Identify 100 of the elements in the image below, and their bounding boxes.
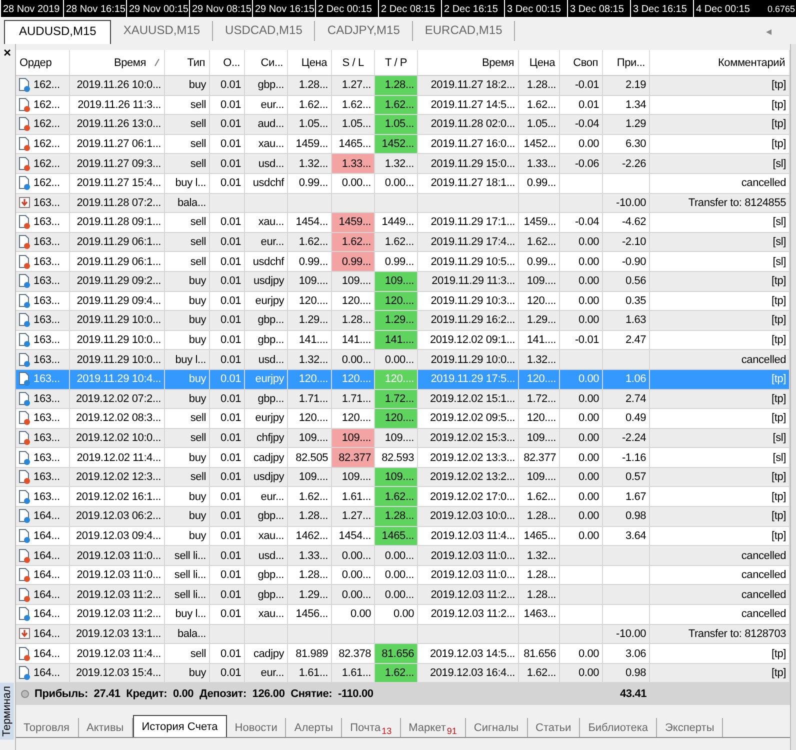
column-header[interactable]: Своп (560, 50, 603, 76)
table-cell: buy (164, 506, 210, 526)
close-button[interactable]: × (3, 46, 12, 60)
axis-label: 3 Dec 16:15 (630, 0, 693, 17)
table-cell: 1.61... (332, 663, 375, 683)
table-cell: 1.71... (288, 389, 332, 409)
column-header[interactable]: О... (210, 50, 245, 76)
terminal-tab[interactable]: Библиотека (580, 718, 657, 738)
table-row[interactable]: 164... 2019.12.03 11:2... buy l... 0.01 xau... 1456... 0.00 0.00 2019.12.03 11:2... 1463... cancelled (16, 604, 790, 624)
chart-tab[interactable]: AUDUSD,M15 (4, 20, 112, 44)
count-label: 13 (382, 726, 392, 736)
terminal-tab[interactable]: Сигналы (466, 718, 528, 738)
column-header[interactable]: S / L (332, 50, 375, 76)
table-cell: 2019.12.02 13:3... (418, 448, 519, 468)
table-row[interactable]: 163... 2019.11.29 10:0... buy l... 0.01 usd... 1.32... 0.00... 0.00... 2019.11.29 10:0... 1.32... cancelled (16, 350, 790, 370)
column-header[interactable]: Цена (518, 50, 560, 76)
table-row[interactable]: 163... 2019.12.02 11:4... buy 0.01 cadjpy 82.505 82.377 82.593 2019.12.02 13:3... 82.377 0.00 -1.16 [sl] (16, 448, 790, 468)
table-cell: 2019.11.29 10:4... (70, 369, 165, 389)
order-number: 163... (34, 490, 60, 505)
document-icon (18, 352, 31, 367)
table-row[interactable]: 162... 2019.11.27 09:3... sell 0.01 usd... 1.32... 1.33... 1.32... 2019.11.29 15:0... 1.33... -0.06 -2.26 [sl] (16, 154, 790, 174)
table-row[interactable]: 163... 2019.11.28 07:2... bala... -10.00 Transfer to: 8124855 (16, 193, 790, 213)
table-cell: 0.00 (560, 428, 603, 448)
table-cell: 0.00 (560, 644, 603, 664)
table-cell: 1.05... (518, 114, 560, 134)
column-header[interactable]: Время (114, 56, 146, 68)
table-row[interactable]: 164... 2019.12.03 06:2... buy 0.01 gbp... 1.28... 1.27... 1.28... 2019.12.03 10:0... 1.28... 0.00 0.98 [tp] (16, 506, 790, 526)
table-row[interactable]: 163... 2019.11.29 09:2... buy 0.01 usdjpy 109.... 109.... 109.... 2019.11.29 11:3... 109.... 0.00 0.56 [tp] (16, 271, 790, 292)
table-cell: 2019.12.02 11:4... (70, 448, 165, 468)
table-cell: 0.01 (210, 467, 245, 487)
terminal-tab[interactable]: Новости (226, 718, 286, 738)
table-cell: 0.01 (210, 448, 245, 468)
chart-tab[interactable]: XAUUSD,M15 (111, 21, 214, 41)
table-cell: -1.16 (602, 448, 650, 468)
table-cell: 1.63 (602, 310, 650, 330)
terminal-tab[interactable]: Торговля (16, 718, 78, 738)
table-row[interactable]: 164... 2019.12.03 11:4... sell 0.01 cadjpy 81.989 82.378 81.656 2019.12.03 14:5... 81.656 0.00 3.06 [tp] (16, 644, 790, 664)
table-row[interactable]: 162... 2019.11.26 10:0... buy 0.01 gbp... 1.28... 1.27... 1.28... 2019.11.27 18:2... 1.28... -0.01 2.19 [tp] (16, 76, 790, 96)
table-row[interactable]: 163... 2019.12.02 08:3... sell 0.01 eurjpy 120.... 120.... 120.... 2019.12.02 09:5... 120.... 0.00 0.49 [tp] (16, 408, 790, 428)
column-header[interactable]: T / P (374, 50, 418, 76)
axis-label: 29 Nov 00:15 (126, 0, 189, 17)
table-cell: [tp] (650, 644, 790, 664)
table-cell: aud... (244, 114, 288, 134)
table-row[interactable]: 162... 2019.11.26 13:0... sell 0.01 aud... 1.05... 1.05... 1.05... 2019.11.28 02:0... 1.05... -0.04 1.29 [tp] (16, 114, 790, 134)
terminal-tab[interactable]: История Счета (132, 715, 227, 738)
terminal-tab[interactable]: Маркет$_{91}$ (400, 718, 466, 738)
column-header[interactable]: Тип (164, 50, 210, 76)
column-header[interactable]: Время (418, 50, 519, 76)
column-header[interactable]: Си... (244, 50, 288, 76)
table-cell: [tp] (650, 76, 790, 96)
table-row[interactable]: 164... 2019.12.03 13:1... bala... -10.00 Transfer to: 8128703 (16, 624, 790, 644)
table-cell: 2019.12.03 06:2... (70, 506, 165, 526)
table-row[interactable]: 164... 2019.12.03 11:2... sell li... 0.01 gbp... 1.29... 0.00... 0.00... 2019.12.03 11:2... 1.28... cancelled (16, 584, 790, 605)
table-cell: 2019.12.02 13:2... (418, 467, 519, 487)
axis-label: 3 Dec 00:15 (504, 0, 567, 17)
table-row[interactable]: 163... 2019.11.29 06:1... sell 0.01 usdchf 0.99... 0.99... 0.99... 2019.11.29 10:5... 0.99... 0.00 -0.90 [sl] (16, 252, 790, 272)
table-row[interactable]: 163... 2019.12.02 12:3... sell 0.01 usdjpy 109.... 109.... 109.... 2019.12.02 13:2... 109.... 0.00 0.57 [tp] (16, 467, 790, 487)
table-cell: 0.00... (374, 173, 418, 194)
table-cell: 109.... (288, 428, 332, 448)
table-cell: 2019.11.29 15:0... (418, 154, 519, 174)
table-cell: 1.71... (332, 389, 375, 409)
table-cell: 1.32... (288, 154, 332, 174)
table-row[interactable]: 162... 2019.11.27 15:4... buy l... 0.01 usdchf 0.99... 0.00... 0.00... 2019.11.27 18:1... 0.99... cancelled (16, 173, 790, 194)
column-header[interactable]: Комментарий (650, 50, 790, 76)
table-cell: 0.01 (210, 350, 245, 370)
table-cell: xau... (244, 604, 288, 624)
chart-tab[interactable]: USDCAD,M15 (213, 21, 316, 41)
terminal-tab[interactable]: Эксперты (657, 718, 724, 738)
table-cell: [tp] (650, 271, 790, 292)
table-cell: 120.... (518, 408, 560, 428)
column-header[interactable]: При... (602, 50, 650, 76)
table-cell: -2.10 (602, 232, 650, 252)
table-row[interactable]: 163... 2019.12.02 07:2... buy 0.01 gbp... 1.71... 1.71... 1.72... 2019.12.02 15:1... 1.72... 0.00 2.74 [tp] (16, 389, 790, 409)
table-cell: [sl] (650, 154, 790, 174)
table-cell: cadjpy (244, 644, 288, 664)
chart-tab[interactable]: EURCAD,M15 (412, 21, 516, 41)
column-header[interactable]: Цена (288, 50, 332, 76)
terminal-tab[interactable]: Алерты (286, 718, 342, 738)
table-cell: gbp... (244, 310, 288, 330)
table-row[interactable]: 163... 2019.11.28 09:1... sell 0.01 xau... 1454... 1459... 1449... 2019.11.29 17:1... 1459... -0.04 -4.62 [sl] (16, 212, 790, 232)
terminal-tab[interactable]: Статьи (528, 718, 580, 738)
table-row[interactable]: 163... 2019.12.02 10:0... sell 0.01 chfjpy 109.... 109.... 109.... 2019.12.02 15:3... 109.... 0.00 -2.24 [sl] (16, 428, 790, 448)
table-cell: 0.01 (210, 369, 245, 389)
document-icon (18, 666, 31, 680)
table-row[interactable]: 163... 2019.11.29 10:0... buy 0.01 gbp... 1.29... 1.28... 1.29... 2019.11.29 16:2... 1.29... 0.00 1.63 [tp] (16, 310, 790, 330)
table-cell: sell (164, 212, 210, 232)
chart-tab[interactable]: CADJPY,M15 (315, 21, 413, 41)
table-cell: 1.29... (288, 310, 332, 330)
column-header[interactable]: Ордер (16, 50, 70, 76)
table-row[interactable]: 163... 2019.11.29 06:1... sell 0.01 eur... 1.62... 1.62... 1.62... 2019.11.29 17:4... 1.62... 0.00 -2.10 [sl] (16, 232, 790, 252)
table-row[interactable]: 164... 2019.12.03 15:4... buy 0.01 eur... 1.61... 1.61... 1.62... 2019.12.03 16:4... 1.62... 0.00 0.98 [tp] (16, 663, 790, 683)
order-number: 163... (34, 450, 60, 466)
terminal-tab[interactable]: Почта$_{13}$ (342, 718, 401, 738)
table-cell: 2019.11.26 13:0... (70, 114, 165, 134)
table-row[interactable]: 164... 2019.12.03 11:0... sell li... 0.01 usd... 1.33... 0.00... 0.00... 2019.12.03 11:0... 1.32... cancelled (16, 546, 790, 566)
order-number: 164... (34, 568, 60, 584)
order-number: 163... (34, 352, 60, 368)
table-cell: [tp] (650, 114, 790, 134)
table-cell: cancelled (650, 173, 790, 194)
table-cell: 0.01 (210, 644, 245, 664)
